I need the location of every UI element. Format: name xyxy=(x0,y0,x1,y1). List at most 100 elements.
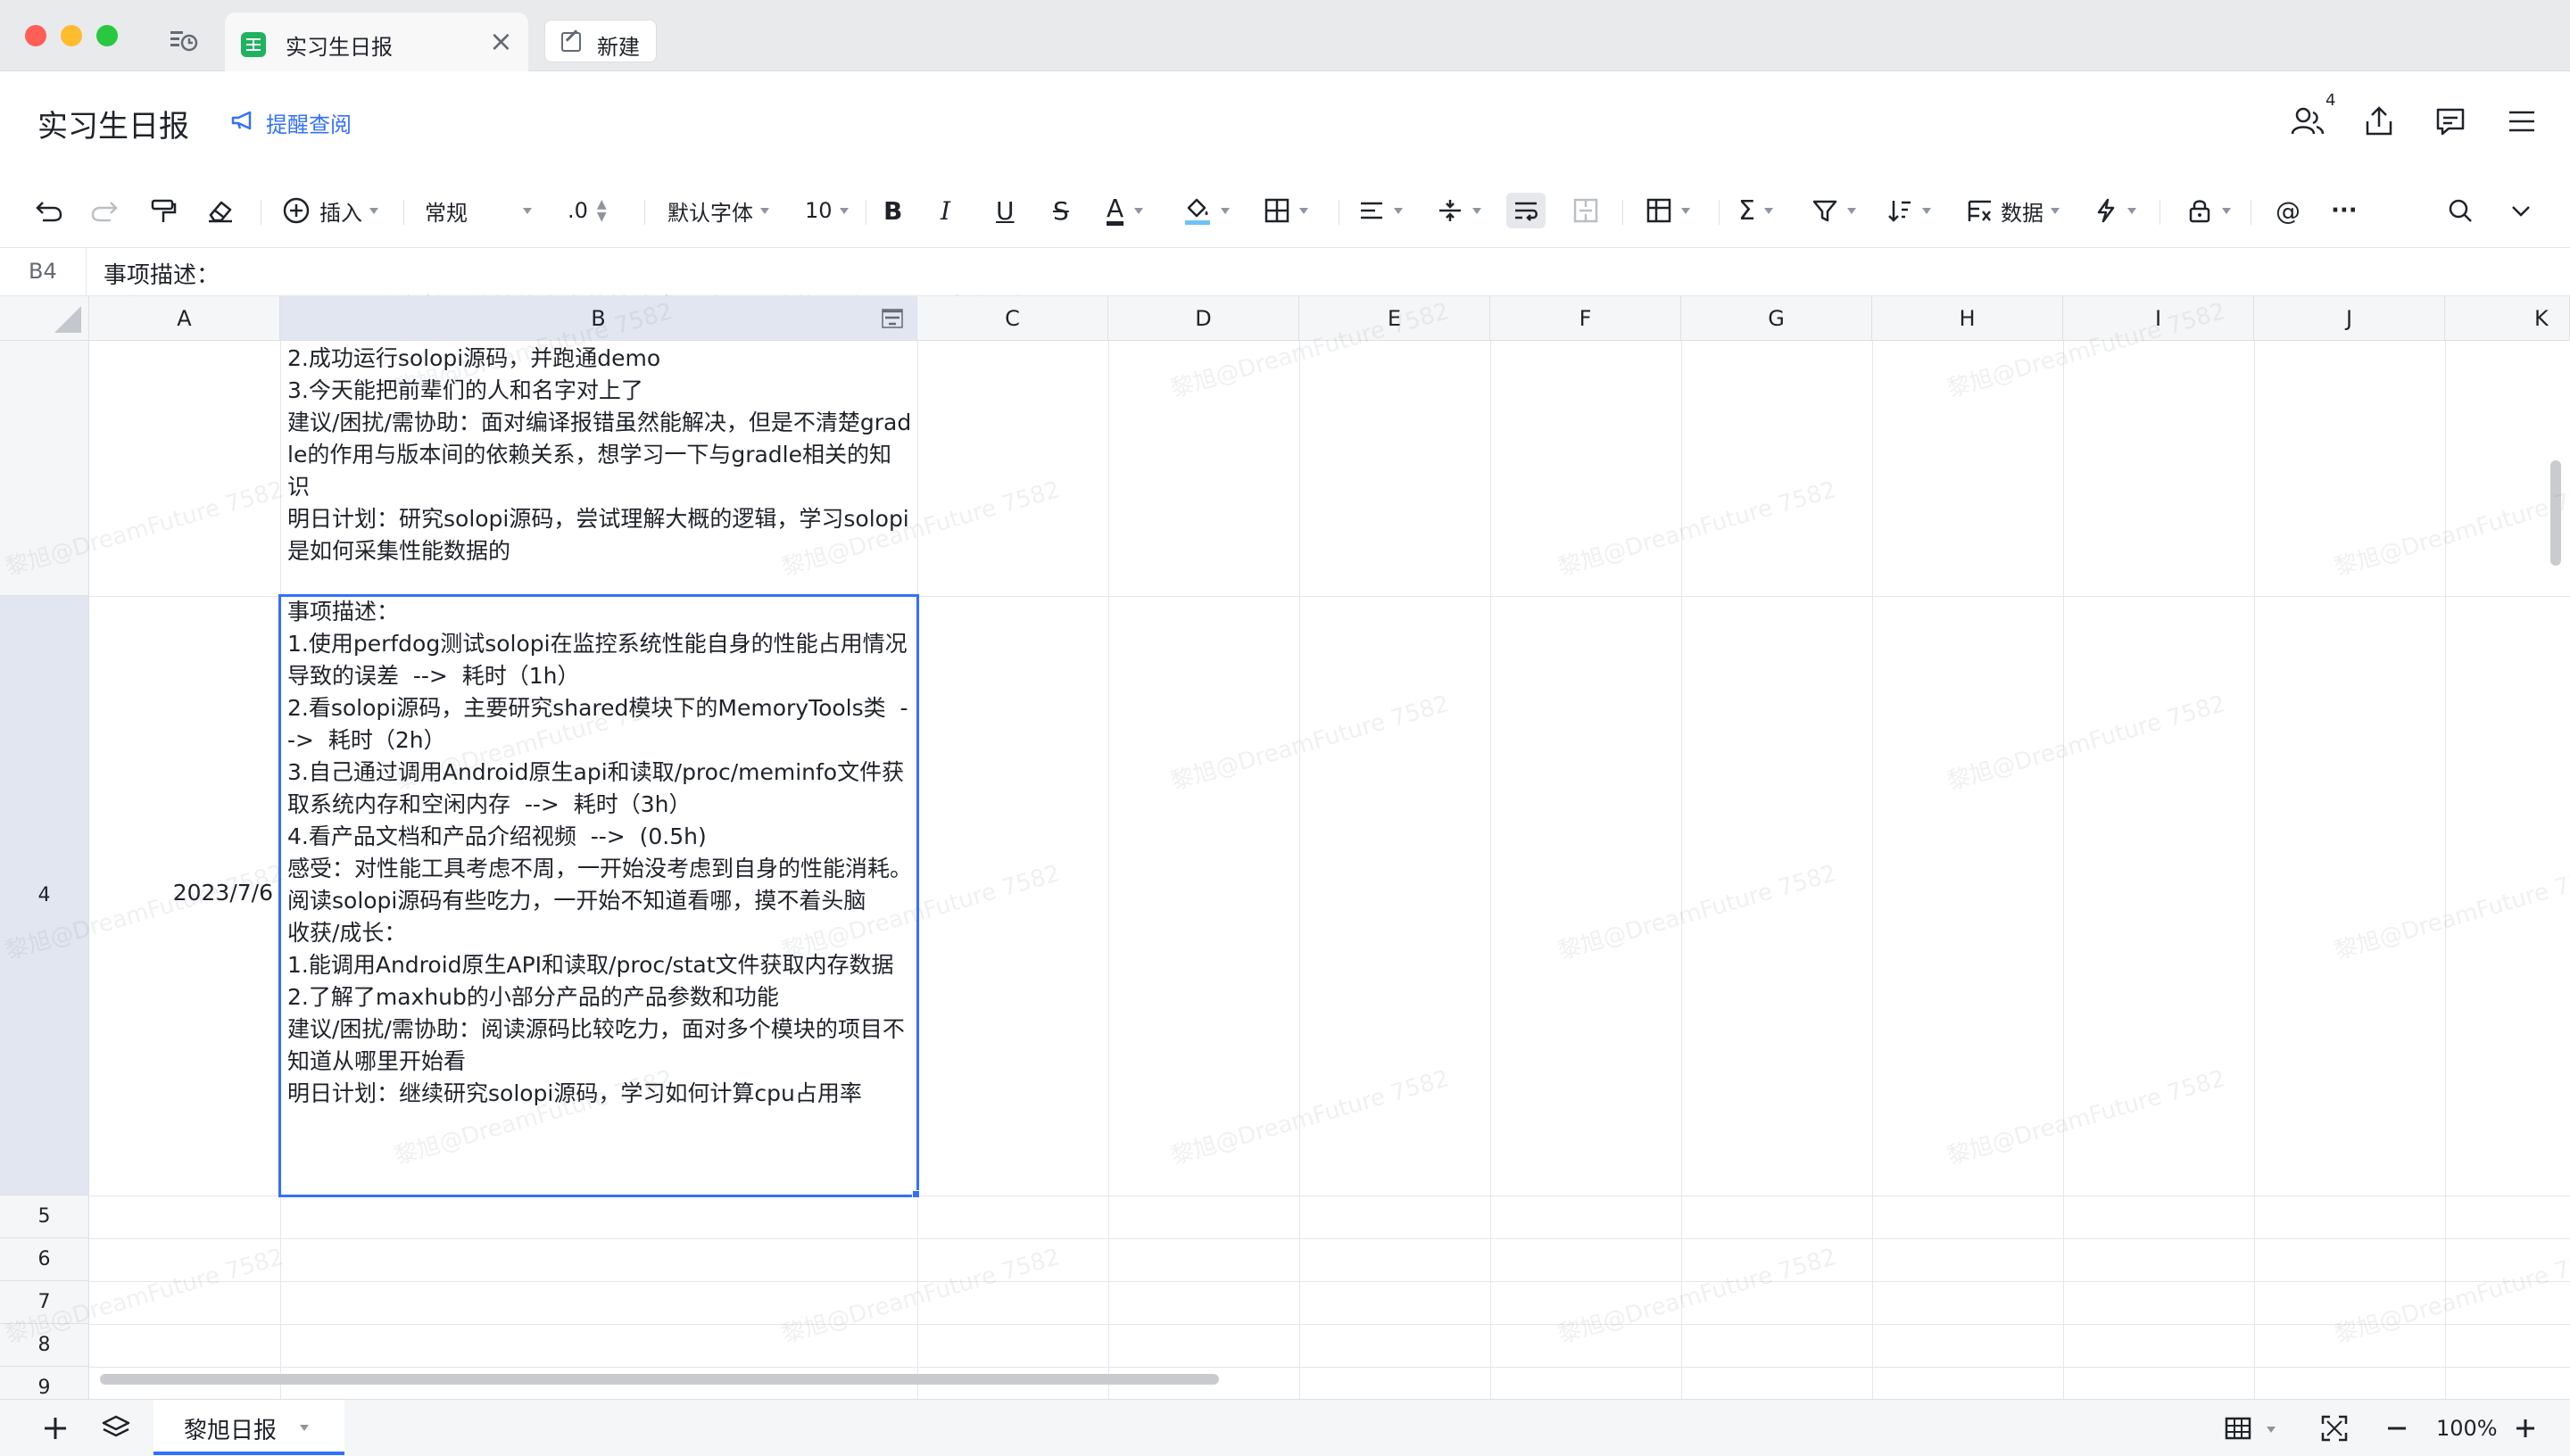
mention-icon[interactable]: @ xyxy=(2276,193,2301,228)
number-format-select[interactable]: 常规 xyxy=(425,193,539,228)
gridline xyxy=(1681,341,1682,1399)
borders-button[interactable] xyxy=(1264,193,1308,228)
row-header-8[interactable]: 8 xyxy=(0,1324,89,1367)
document-tab[interactable]: 实习生日报 × xyxy=(225,12,528,71)
strikethrough-button[interactable]: S xyxy=(1053,193,1069,228)
row-header-3[interactable] xyxy=(0,341,89,596)
more-options-icon[interactable]: ··· xyxy=(2331,193,2358,228)
close-tab-icon[interactable]: × xyxy=(489,27,513,55)
formula-content-overflow[interactable]: 1.使用perfdog测试solopi在监控系统性能自身的性能占用情况导致的误差… xyxy=(104,289,1037,295)
menu-icon[interactable] xyxy=(2504,103,2540,139)
zoom-in-icon[interactable] xyxy=(2509,1412,2541,1444)
column-header-f[interactable]: F xyxy=(1490,296,1681,341)
italic-button[interactable]: I xyxy=(941,193,950,228)
column-header-d[interactable]: D xyxy=(1108,296,1299,341)
sheet-list-icon[interactable] xyxy=(100,1412,132,1444)
column-header-i[interactable]: I xyxy=(2063,296,2254,341)
column-header-j[interactable]: J xyxy=(2254,296,2445,341)
sum-button[interactable]: Σ xyxy=(1738,193,1773,228)
spreadsheet-icon xyxy=(241,32,266,57)
chevron-down-icon xyxy=(1681,207,1690,214)
font-family-select[interactable]: 默认字体 xyxy=(667,193,769,228)
horizontal-align-button[interactable] xyxy=(1358,193,1403,228)
data-icon xyxy=(1968,200,1991,221)
vertical-scrollbar[interactable] xyxy=(2550,460,2561,566)
window-titlebar: 实习生日报 × 新建 xyxy=(0,0,2570,71)
format-painter-icon[interactable] xyxy=(148,193,178,228)
bold-button[interactable]: B xyxy=(883,193,902,228)
fullscreen-icon[interactable] xyxy=(2318,1412,2350,1444)
add-sheet-icon[interactable] xyxy=(39,1412,71,1444)
row-header-4[interactable]: 4 xyxy=(0,596,89,1195)
decimal-places-stepper[interactable]: .0 ▲ ▼ xyxy=(568,193,607,228)
insert-button[interactable]: 插入 xyxy=(282,193,378,228)
close-window-button[interactable] xyxy=(25,25,46,46)
spreadsheet-grid[interactable]: A B C D E F G H I J K 4 5 6 7 8 9 2.成功运行… xyxy=(0,296,2570,1399)
select-all-corner[interactable] xyxy=(0,296,89,341)
column-header-b[interactable]: B xyxy=(280,296,917,341)
cell-reference[interactable]: B4 xyxy=(29,259,57,284)
underline-button[interactable]: U xyxy=(996,193,1015,228)
column-header-h[interactable]: H xyxy=(1872,296,2063,341)
row-header-5[interactable]: 5 xyxy=(0,1195,89,1238)
share-icon[interactable] xyxy=(2361,103,2397,139)
insert-label: 插入 xyxy=(319,200,362,226)
chevron-down-icon[interactable] xyxy=(300,1425,309,1431)
column-header-e[interactable]: E xyxy=(1299,296,1490,341)
sheet-tab-active[interactable]: 黎旭日报 xyxy=(153,1400,344,1455)
merge-cells-button[interactable] xyxy=(1572,193,1599,228)
grid-view-icon[interactable] xyxy=(2222,1412,2254,1444)
decimal-places-label: .0 xyxy=(568,198,588,223)
data-menu-button[interactable]: 数据 xyxy=(1967,193,2060,228)
protect-range-button[interactable] xyxy=(2186,193,2231,228)
collapse-toolbar-icon[interactable] xyxy=(2508,193,2534,228)
conditional-format-button[interactable] xyxy=(1646,193,1690,228)
data-menu-label: 数据 xyxy=(2001,200,2044,226)
comment-icon[interactable] xyxy=(2433,103,2468,139)
column-filter-icon[interactable] xyxy=(881,309,904,328)
clear-format-icon[interactable] xyxy=(205,193,236,228)
formula-content[interactable]: 事项描述： xyxy=(104,257,220,290)
new-tab-button[interactable]: 新建 xyxy=(544,20,657,62)
column-header-k[interactable]: K xyxy=(2445,296,2570,341)
chevron-down-icon[interactable] xyxy=(2267,1427,2276,1433)
zoom-level[interactable]: 100% xyxy=(2436,1416,2498,1441)
row-header-6[interactable]: 6 xyxy=(0,1238,89,1281)
maximize-window-button[interactable] xyxy=(96,25,118,46)
lightning-icon xyxy=(2097,198,2115,223)
document-title[interactable]: 实习生日报 xyxy=(37,102,189,145)
sort-button[interactable] xyxy=(1886,193,1931,228)
formatting-toolbar: 插入 常规 .0 ▲ ▼ 默认字体 10 B I U S A Σ 数据 @ ··… xyxy=(0,173,2570,248)
automation-button[interactable] xyxy=(2092,193,2136,228)
row-header-9[interactable]: 9 xyxy=(0,1367,89,1399)
watermark: 黎旭@DreamFuture 7582 xyxy=(1944,691,2229,796)
search-icon[interactable] xyxy=(2447,193,2474,228)
wrap-text-button[interactable] xyxy=(1506,193,1546,228)
minimize-window-button[interactable] xyxy=(61,25,82,46)
fill-handle[interactable] xyxy=(912,1190,920,1198)
column-header-g[interactable]: G xyxy=(1681,296,1872,341)
font-size-select[interactable]: 10 xyxy=(805,193,849,228)
chevron-down-icon xyxy=(2051,207,2060,214)
column-header-a[interactable]: A xyxy=(89,296,280,341)
fill-color-button[interactable] xyxy=(1183,193,1230,228)
megaphone-icon xyxy=(231,111,252,130)
chevron-down-icon xyxy=(1847,207,1856,214)
cell-b3[interactable]: 2.成功运行solopi源码，并跑通demo 3.今天能把前辈们的人和名字对上了… xyxy=(287,343,912,567)
collaborators-icon[interactable] xyxy=(2290,103,2325,139)
gridline xyxy=(2445,341,2446,1399)
sheet-tab-label: 黎旭日报 xyxy=(184,1418,278,1444)
cell-a4-date[interactable]: 2023/7/6 xyxy=(89,880,278,906)
zoom-out-icon[interactable] xyxy=(2381,1412,2413,1444)
filter-button[interactable] xyxy=(1811,193,1856,228)
history-icon[interactable] xyxy=(168,25,200,54)
vertical-align-button[interactable] xyxy=(1437,193,1481,228)
column-header-c[interactable]: C xyxy=(917,296,1108,341)
text-color-button[interactable]: A xyxy=(1107,193,1144,228)
watermark: 黎旭@DreamFuture 7582 xyxy=(1944,1065,2229,1171)
watermark: 黎旭@DreamFuture 7582 xyxy=(1554,476,1840,582)
redo-icon[interactable] xyxy=(89,193,120,228)
undo-icon[interactable] xyxy=(34,193,64,228)
horizontal-scrollbar[interactable] xyxy=(100,1374,1219,1385)
row-header-7[interactable]: 7 xyxy=(0,1281,89,1324)
